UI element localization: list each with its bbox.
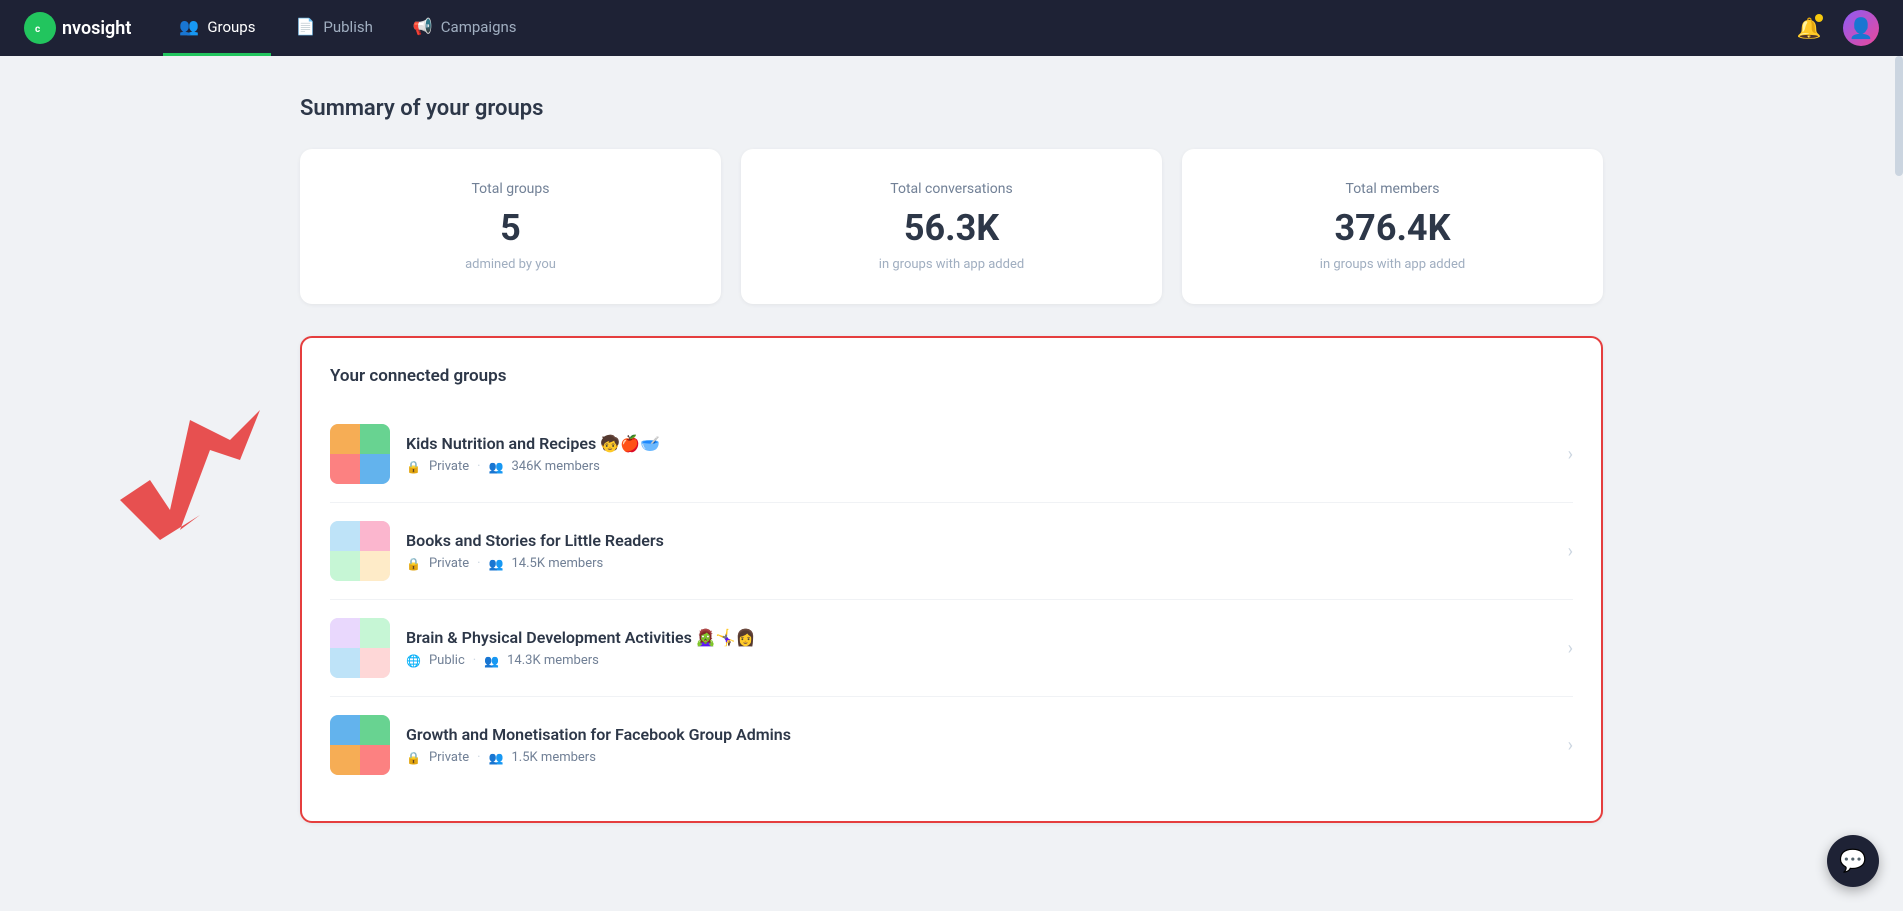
- group-item[interactable]: Books and Stories for Little Readers 🔒 P…: [330, 503, 1573, 600]
- svg-text:c: c: [35, 24, 40, 35]
- privacy-label: Public: [429, 653, 465, 668]
- privacy-label: Private: [429, 459, 469, 474]
- stat-label-groups: Total groups: [324, 181, 697, 197]
- stat-sub-groups: admined by you: [324, 257, 697, 272]
- members-icon: 👥: [489, 460, 504, 474]
- group-name: Books and Stories for Little Readers: [406, 531, 1552, 550]
- stat-card-conversations: Total conversations 56.3K in groups with…: [741, 149, 1162, 304]
- group-meta: 🔒 Private · 👥 14.5K members: [406, 556, 1552, 571]
- chevron-right-icon: ›: [1568, 638, 1573, 659]
- chevron-right-icon: ›: [1568, 444, 1573, 465]
- stats-row: Total groups 5 admined by you Total conv…: [300, 149, 1603, 304]
- group-name: Kids Nutrition and Recipes 🧒🍎🥣: [406, 434, 1552, 453]
- stat-sub-members: in groups with app added: [1206, 257, 1579, 272]
- group-meta: 🔒 Private · 👥 346K members: [406, 459, 1552, 474]
- group-name: Growth and Monetisation for Facebook Gro…: [406, 725, 1552, 744]
- group-item[interactable]: Kids Nutrition and Recipes 🧒🍎🥣 🔒 Private…: [330, 406, 1573, 503]
- separator: ·: [477, 750, 480, 765]
- group-thumb: [330, 715, 390, 775]
- nav-item-groups[interactable]: 👥 Groups: [163, 0, 271, 56]
- stat-label-members: Total members: [1206, 181, 1579, 197]
- privacy-label: Private: [429, 556, 469, 571]
- privacy-icon: 🔒: [406, 460, 421, 474]
- group-info: Growth and Monetisation for Facebook Gro…: [406, 725, 1552, 765]
- avatar[interactable]: 👤: [1843, 10, 1879, 46]
- stat-sub-conversations: in groups with app added: [765, 257, 1138, 272]
- logo-icon: c: [24, 12, 56, 44]
- members-icon: 👥: [489, 751, 504, 765]
- notification-button[interactable]: 🔔: [1791, 10, 1827, 46]
- group-meta: 🌐 Public · 👥 14.3K members: [406, 653, 1552, 668]
- nav-item-campaigns[interactable]: 📢 Campaigns: [397, 0, 533, 56]
- stat-value-conversations: 56.3K: [765, 207, 1138, 249]
- group-thumb: [330, 521, 390, 581]
- connected-groups-box: Your connected groups Kids Nutrition and…: [300, 336, 1603, 823]
- nav-right: 🔔 👤: [1791, 10, 1879, 46]
- navbar: c nvosight 👥 Groups 📄 Publish 📢 Campaign…: [0, 0, 1903, 56]
- members-icon: 👥: [484, 654, 499, 668]
- group-item[interactable]: Growth and Monetisation for Facebook Gro…: [330, 697, 1573, 793]
- notification-dot: [1815, 14, 1823, 22]
- stat-value-members: 376.4K: [1206, 207, 1579, 249]
- groups-list: Kids Nutrition and Recipes 🧒🍎🥣 🔒 Private…: [330, 406, 1573, 793]
- separator: ·: [473, 653, 476, 668]
- publish-icon: 📄: [295, 17, 315, 36]
- group-info: Kids Nutrition and Recipes 🧒🍎🥣 🔒 Private…: [406, 434, 1552, 474]
- group-thumb: [330, 618, 390, 678]
- separator: ·: [477, 459, 480, 474]
- members-icon: 👥: [489, 557, 504, 571]
- members-count: 346K members: [512, 459, 600, 474]
- members-count: 1.5K members: [512, 750, 596, 765]
- privacy-label: Private: [429, 750, 469, 765]
- page-title: Summary of your groups: [300, 96, 1603, 121]
- stat-card-groups: Total groups 5 admined by you: [300, 149, 721, 304]
- chevron-right-icon: ›: [1568, 541, 1573, 562]
- chat-icon: 💬: [1839, 849, 1866, 874]
- group-name: Brain & Physical Development Activities …: [406, 628, 1552, 647]
- group-thumb: [330, 424, 390, 484]
- group-item[interactable]: Brain & Physical Development Activities …: [330, 600, 1573, 697]
- nav-item-publish[interactable]: 📄 Publish: [279, 0, 388, 56]
- chevron-right-icon: ›: [1568, 735, 1573, 756]
- connected-groups-title: Your connected groups: [330, 366, 1573, 386]
- logo-text: nvosight: [62, 18, 131, 39]
- separator: ·: [477, 556, 480, 571]
- group-info: Books and Stories for Little Readers 🔒 P…: [406, 531, 1552, 571]
- privacy-icon: 🌐: [406, 654, 421, 668]
- privacy-icon: 🔒: [406, 557, 421, 571]
- stat-label-conversations: Total conversations: [765, 181, 1138, 197]
- privacy-icon: 🔒: [406, 751, 421, 765]
- group-meta: 🔒 Private · 👥 1.5K members: [406, 750, 1552, 765]
- groups-icon: 👥: [179, 17, 199, 36]
- main-content: Summary of your groups Total groups 5 ad…: [0, 56, 1903, 863]
- campaigns-icon: 📢: [413, 17, 433, 36]
- chat-bubble-button[interactable]: 💬: [1827, 835, 1879, 887]
- members-count: 14.5K members: [512, 556, 604, 571]
- scroll-indicator[interactable]: [1895, 56, 1903, 176]
- members-count: 14.3K members: [507, 653, 599, 668]
- nav-logo[interactable]: c nvosight: [24, 12, 131, 44]
- group-info: Brain & Physical Development Activities …: [406, 628, 1552, 668]
- stat-value-groups: 5: [324, 207, 697, 249]
- stat-card-members: Total members 376.4K in groups with app …: [1182, 149, 1603, 304]
